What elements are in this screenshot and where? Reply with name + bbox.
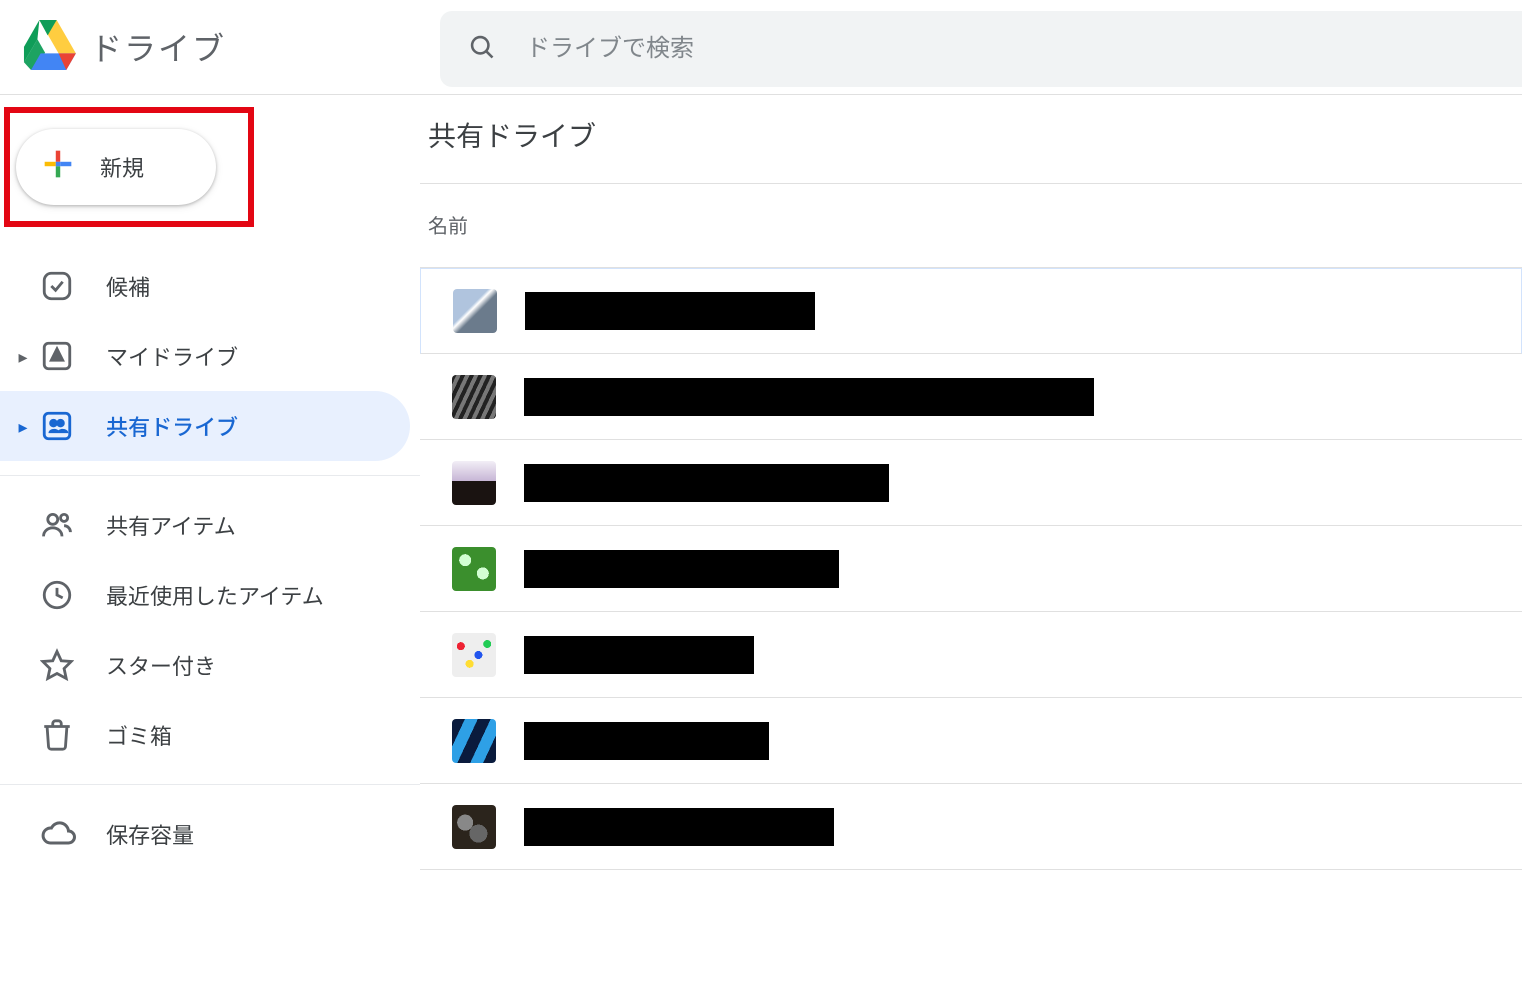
app-title: ドライブ bbox=[90, 24, 226, 70]
drive-name-redacted bbox=[524, 722, 769, 760]
clock-icon bbox=[36, 578, 106, 612]
highlight-annotation: 新規 bbox=[4, 107, 254, 227]
page-title: 共有ドライブ bbox=[428, 115, 1522, 155]
drive-thumbnail bbox=[452, 547, 496, 591]
drive-thumbnail bbox=[452, 805, 496, 849]
people-icon bbox=[36, 508, 106, 542]
sidebar-item-storage[interactable]: 保存容量 bbox=[0, 799, 410, 869]
sidebar-nav: 候補 ▸ マイドライブ ▸ bbox=[0, 251, 420, 869]
plus-icon bbox=[38, 144, 78, 190]
shared-drive-icon bbox=[36, 409, 106, 443]
drive-name-redacted bbox=[524, 550, 839, 588]
drive-row[interactable] bbox=[420, 698, 1522, 784]
search-bar[interactable] bbox=[440, 11, 1522, 87]
sidebar-item-starred[interactable]: スター付き bbox=[0, 630, 410, 700]
drive-row[interactable] bbox=[420, 440, 1522, 526]
drive-name-redacted bbox=[524, 636, 754, 674]
drive-thumbnail bbox=[452, 633, 496, 677]
drive-row[interactable] bbox=[420, 526, 1522, 612]
drive-thumbnail bbox=[452, 375, 496, 419]
my-drive-icon bbox=[36, 339, 106, 373]
sidebar-item-label: ゴミ箱 bbox=[106, 719, 172, 751]
sidebar-item-label: 共有アイテム bbox=[106, 509, 236, 541]
sidebar-item-label: 最近使用したアイテム bbox=[106, 579, 324, 611]
sidebar-item-label: スター付き bbox=[106, 649, 216, 681]
logo-area[interactable]: ドライブ bbox=[20, 20, 440, 75]
sidebar-item-label: 共有ドライブ bbox=[106, 410, 238, 442]
sidebar-item-shared-with-me[interactable]: 共有アイテム bbox=[0, 490, 410, 560]
sidebar-item-label: 候補 bbox=[106, 270, 150, 302]
divider bbox=[0, 784, 420, 785]
drive-name-redacted bbox=[524, 378, 1094, 416]
drive-name-redacted bbox=[525, 292, 815, 330]
column-header-name[interactable]: 名前 bbox=[420, 183, 1522, 268]
sidebar-item-label: マイドライブ bbox=[106, 340, 238, 372]
divider bbox=[0, 475, 420, 476]
drive-thumbnail bbox=[452, 719, 496, 763]
body: 新規 候補 ▸ マイドライブ bbox=[0, 94, 1522, 984]
sidebar-item-trash[interactable]: ゴミ箱 bbox=[0, 700, 410, 770]
chevron-right-icon[interactable]: ▸ bbox=[10, 343, 36, 369]
sidebar-item-suggestions[interactable]: 候補 bbox=[0, 251, 410, 321]
drive-row[interactable] bbox=[420, 268, 1522, 354]
search-input[interactable] bbox=[524, 34, 1494, 64]
star-icon bbox=[36, 648, 106, 682]
drive-name-redacted bbox=[524, 808, 834, 846]
trash-icon bbox=[36, 718, 106, 752]
cloud-icon bbox=[36, 816, 106, 852]
drive-name-redacted bbox=[524, 464, 889, 502]
sidebar-item-shared-drives[interactable]: ▸ 共有ドライブ bbox=[0, 391, 410, 461]
search-icon bbox=[468, 33, 496, 66]
header: ドライブ bbox=[0, 0, 1522, 94]
sidebar: 新規 候補 ▸ マイドライブ bbox=[0, 95, 420, 984]
drive-logo-icon bbox=[20, 20, 76, 75]
sidebar-item-recent[interactable]: 最近使用したアイテム bbox=[0, 560, 410, 630]
drive-row[interactable] bbox=[420, 354, 1522, 440]
sidebar-item-label: 保存容量 bbox=[106, 818, 194, 850]
check-square-icon bbox=[36, 269, 106, 303]
drive-row[interactable] bbox=[420, 612, 1522, 698]
new-button-label: 新規 bbox=[100, 151, 144, 183]
chevron-right-icon[interactable]: ▸ bbox=[10, 413, 36, 439]
new-button[interactable]: 新規 bbox=[16, 129, 216, 205]
drive-list bbox=[420, 268, 1522, 870]
sidebar-item-my-drive[interactable]: ▸ マイドライブ bbox=[0, 321, 410, 391]
main-content: 共有ドライブ 名前 bbox=[420, 95, 1522, 984]
drive-row[interactable] bbox=[420, 784, 1522, 870]
drive-thumbnail bbox=[453, 289, 497, 333]
drive-thumbnail bbox=[452, 461, 496, 505]
